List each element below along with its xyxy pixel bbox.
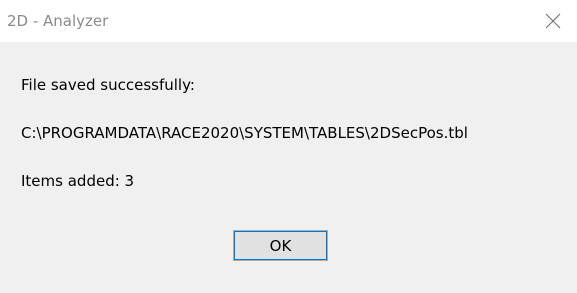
window-title: 2D - Analyzer [7, 12, 109, 30]
title-bar[interactable]: 2D - Analyzer [0, 0, 577, 42]
close-icon [545, 13, 561, 29]
items-added-text: Items added: 3 [21, 172, 135, 190]
ok-button[interactable]: OK [233, 230, 328, 261]
file-path-text: C:\PROGRAMDATA\RACE2020\SYSTEM\TABLES\2D… [21, 124, 468, 142]
dialog-body: File saved successfully: C:\PROGRAMDATA\… [0, 42, 577, 293]
close-button[interactable] [531, 0, 577, 42]
save-status-text: File saved successfully: [21, 76, 195, 94]
message-dialog: 2D - Analyzer File saved successfully: C… [0, 0, 577, 293]
